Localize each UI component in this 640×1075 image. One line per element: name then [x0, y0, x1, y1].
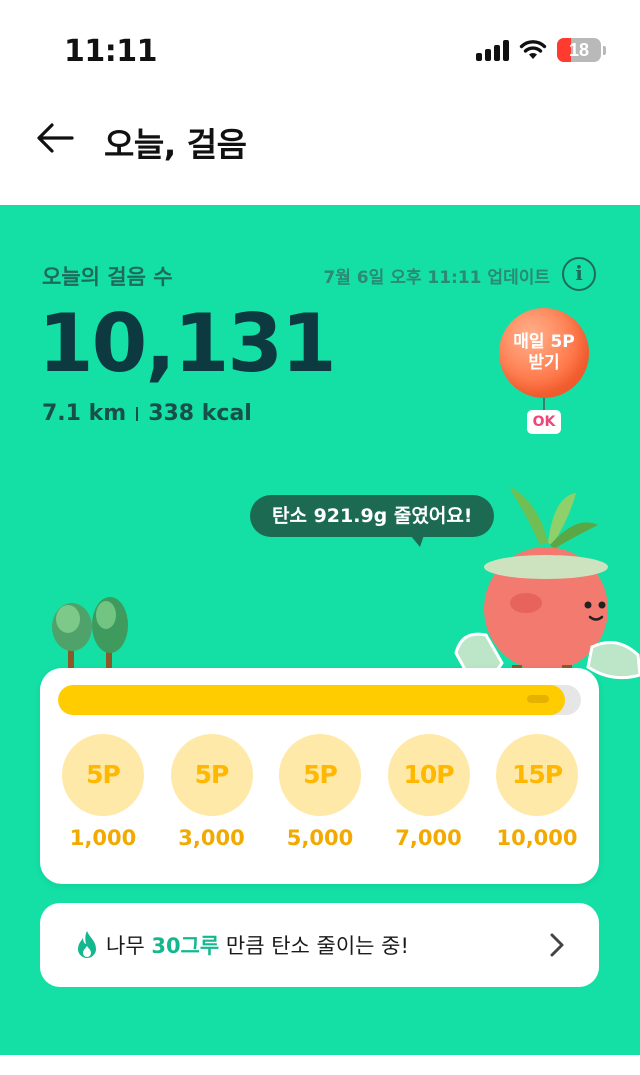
back-arrow-icon[interactable]: [32, 114, 80, 162]
divider: [136, 406, 139, 421]
milestone-steps: 10,000: [496, 826, 578, 850]
balloon-string: [543, 398, 545, 410]
steps-label: 오늘의 걸음 수: [42, 265, 173, 289]
wifi-icon: [519, 40, 547, 59]
carbon-row[interactable]: 나무 30그루 만큼 탄소 줄이는 중!: [40, 903, 599, 987]
milestone-steps: 7,000: [395, 826, 462, 850]
progress-fill: [58, 685, 566, 715]
step-stats: 7.1 km 338 kcal: [42, 401, 252, 426]
update-time: 7월 6일 오후 11:11 업데이트: [323, 268, 550, 288]
carbon-prefix: 나무: [106, 934, 152, 958]
milestone-item[interactable]: 10P 7,000: [386, 734, 472, 850]
progress-card: 5P 1,000 5P 3,000 5P 5,000 10P 7,000 15P 10,000: [40, 668, 599, 884]
carbon-suffix: 만큼 탄소 줄이는 중!: [219, 934, 409, 958]
progress-bar: [58, 685, 581, 715]
step-count: 10,131: [38, 297, 337, 390]
calories: 338 kcal: [148, 401, 252, 426]
milestone-points: 5P: [170, 734, 253, 816]
info-icon[interactable]: i: [562, 257, 596, 291]
milestone-item[interactable]: 5P 3,000: [169, 734, 255, 850]
ok-logo: OK: [527, 410, 561, 434]
tree-count: 30그루: [151, 934, 220, 958]
status-icons: 18: [476, 38, 606, 62]
signal-icon: [476, 39, 509, 61]
bottom-strip: [0, 1055, 640, 1075]
battery-tip: [603, 45, 606, 55]
flame-icon: [78, 931, 96, 958]
milestone-item[interactable]: 5P 5,000: [277, 734, 363, 850]
page-title: 오늘, 걸음: [104, 125, 247, 164]
trees-illustration: [52, 597, 128, 669]
milestone-points: 5P: [62, 734, 144, 816]
mascot-illustration: [454, 487, 640, 687]
steps-panel: 오늘의 걸음 수 7월 6일 오후 11:11 업데이트 i 10,131 7.…: [0, 205, 640, 1055]
milestone-points: 10P: [387, 734, 470, 816]
milestone-steps: 3,000: [178, 826, 245, 850]
milestone-points: 15P: [496, 734, 578, 816]
status-time: 11:11: [64, 34, 158, 69]
battery-level: 18: [568, 39, 590, 60]
battery-icon: 18: [557, 38, 601, 62]
status-bar: 11:11 18: [0, 0, 640, 100]
chevron-right-icon: [550, 933, 564, 957]
balloon-line2: 받기: [528, 353, 560, 373]
daily-points-balloon[interactable]: 매일 5P 받기: [499, 308, 589, 398]
milestone-item[interactable]: 5P 1,000: [60, 734, 146, 850]
milestone-item[interactable]: 15P 10,000: [494, 734, 580, 850]
milestone-points: 5P: [279, 734, 361, 816]
bubble-tail: [410, 535, 424, 547]
milestone-steps: 5,000: [286, 826, 354, 850]
nav-bar: 오늘, 걸음: [0, 100, 640, 205]
carbon-message: 나무 30그루 만큼 탄소 줄이는 중!: [106, 930, 409, 960]
milestone-steps: 1,000: [69, 826, 137, 850]
milestone-list: 5P 1,000 5P 3,000 5P 5,000 10P 7,000 15P 10,000: [60, 734, 580, 850]
balloon-line1: 매일 5P: [513, 332, 575, 352]
distance: 7.1 km: [42, 401, 127, 426]
